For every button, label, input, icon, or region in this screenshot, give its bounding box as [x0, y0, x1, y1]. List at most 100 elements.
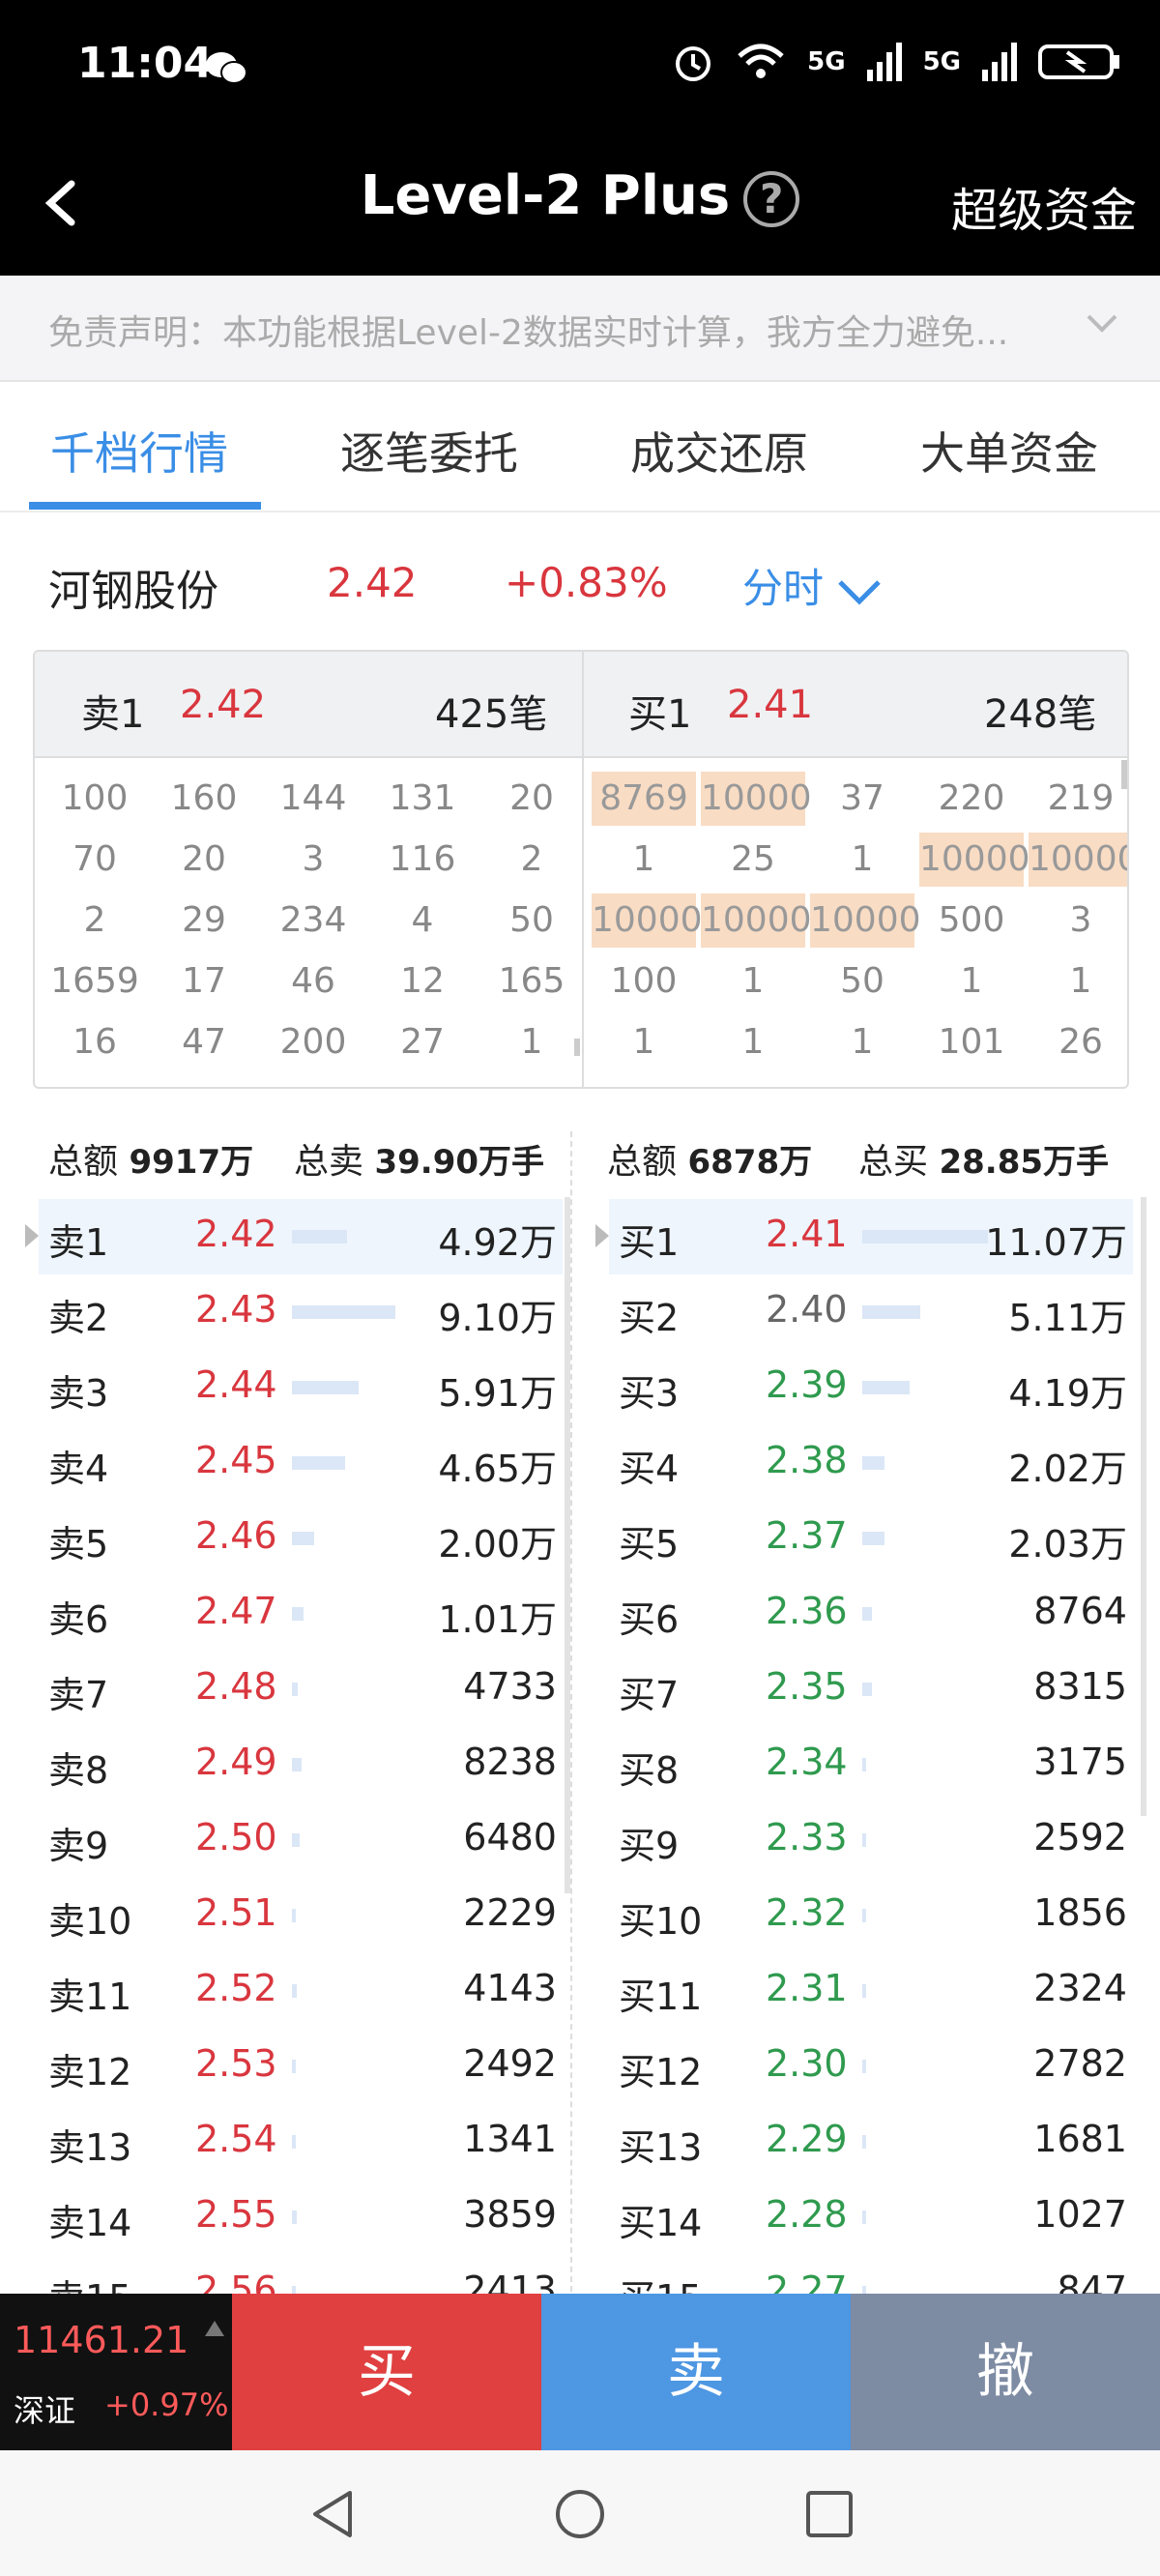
sell-level-label: 卖14 — [48, 2202, 132, 2244]
tab-thousand-depth[interactable]: 千档行情 — [50, 419, 228, 483]
sell-queue-order: 3 — [302, 839, 325, 879]
sell-volume-bar — [292, 1305, 395, 1319]
buy-level-price: 2.29 — [766, 2118, 848, 2160]
sell-level-price: 2.42 — [195, 1213, 277, 1255]
buy-level-price: 2.35 — [766, 1665, 848, 1708]
buy-level-price: 2.32 — [766, 1891, 848, 1934]
buy-depth-row[interactable]: 买10 2.32 1856 — [609, 1878, 1133, 1953]
sell-queue-order: 2 — [83, 900, 106, 940]
alarm-icon — [676, 46, 711, 81]
scroll-indicator — [574, 1039, 580, 1056]
buy-depth-row[interactable]: 买14 2.28 1027 — [609, 2180, 1133, 2255]
buy-queue-order: 500 — [938, 900, 1005, 940]
sell-scrollbar[interactable] — [565, 1197, 570, 1893]
sell-level-volume: 9.10万 — [438, 1297, 557, 1339]
sell-level-price: 2.52 — [195, 1967, 277, 2009]
buy-total-amount: 总额 6878万 — [607, 1133, 812, 1184]
buy-volume-bar — [862, 1230, 988, 1244]
sell-depth-row[interactable]: 卖4 2.45 4.65万 — [39, 1425, 563, 1501]
buy-level-volume: 3175 — [1033, 1741, 1127, 1783]
signal-bars-icon-2 — [982, 43, 1017, 81]
sell-depth-row[interactable]: 卖5 2.46 2.00万 — [39, 1501, 563, 1576]
sell-depth-row[interactable]: 卖10 2.51 2229 — [39, 1878, 563, 1953]
sell-level-price: 2.47 — [195, 1590, 277, 1632]
sell-queue-order: 1659 — [50, 961, 139, 1001]
buy-level-volume: 2324 — [1033, 1967, 1127, 2009]
period-selector[interactable]: 分时 — [742, 556, 883, 615]
buy-level-volume: 2.03万 — [1008, 1523, 1127, 1566]
sell-depth-row[interactable]: 卖7 2.48 4733 — [39, 1652, 563, 1727]
disclaimer-bar[interactable]: 免责声明：本功能根据Level-2数据实时计算，我方全力避免... — [0, 276, 1160, 382]
buy-depth-row[interactable]: 买12 2.30 2782 — [609, 2029, 1133, 2104]
sell-level-price: 2.51 — [195, 1891, 277, 1934]
sell-depth-row[interactable]: 卖2 2.43 9.10万 — [39, 1274, 563, 1350]
buy-volume-bar — [862, 1984, 866, 1998]
nav-recents-icon[interactable] — [802, 2487, 856, 2541]
buy-level-label: 买8 — [619, 1749, 680, 1792]
sell-queue-order: 2 — [520, 839, 543, 879]
buy-level-volume: 2782 — [1033, 2042, 1127, 2085]
index-ticker[interactable]: 11461.21 深证 +0.97% — [0, 2294, 232, 2450]
sell-depth-row[interactable]: 卖8 2.49 8238 — [39, 1727, 563, 1802]
buy-depth-row[interactable]: 买8 2.34 3175 — [609, 1727, 1133, 1802]
buy-total-value: 28.85万手 — [939, 1143, 1110, 1182]
buy-queue-order: 1 — [741, 961, 765, 1001]
sell-depth-row[interactable]: 卖3 2.44 5.91万 — [39, 1350, 563, 1425]
sell-depth-row[interactable]: 卖12 2.53 2492 — [39, 2029, 563, 2104]
tab-trade-restore[interactable]: 成交还原 — [630, 419, 808, 483]
sell-level-volume: 5.91万 — [438, 1372, 557, 1415]
page-title-text: Level-2 Plus — [360, 164, 731, 227]
sell-depth-row[interactable]: 卖9 2.50 6480 — [39, 1802, 563, 1878]
status-icons: 5G 5G — [672, 41, 1121, 83]
buy-level-price: 2.38 — [766, 1439, 848, 1481]
sell-depth-row[interactable]: 卖11 2.52 4143 — [39, 1953, 563, 2029]
buy-level-label: 买3 — [619, 1372, 680, 1415]
sell-level-price: 2.43 — [195, 1288, 277, 1331]
buy-depth-row[interactable]: 买11 2.31 2324 — [609, 1953, 1133, 2029]
buy-queue-order: 1 — [632, 1022, 655, 1062]
sell-level-volume: 2229 — [463, 1891, 557, 1934]
buy-button[interactable]: 买 — [232, 2294, 541, 2450]
buy-depth-row[interactable]: 买3 2.39 4.19万 — [609, 1350, 1133, 1425]
sell-level-label: 卖3 — [48, 1372, 109, 1415]
buy-depth-row[interactable]: 买9 2.33 2592 — [609, 1802, 1133, 1878]
buy-depth-row[interactable]: 买13 2.29 1681 — [609, 2104, 1133, 2180]
sell-level-price: 2.50 — [195, 1816, 277, 1859]
buy-level-label: 买13 — [619, 2126, 703, 2169]
sell1-price: 2.42 — [180, 683, 267, 727]
buy-volume-bar — [862, 1683, 872, 1696]
buy-level-label: 买14 — [619, 2202, 703, 2244]
nav-home-icon[interactable] — [553, 2487, 607, 2541]
sell-level-label: 卖6 — [48, 1598, 109, 1641]
buy-depth-row[interactable]: 买5 2.37 2.03万 — [609, 1501, 1133, 1576]
sell-depth-row[interactable]: 卖1 2.42 4.92万 — [25, 1199, 563, 1274]
buy-level-label: 买2 — [619, 1297, 680, 1339]
cancel-order-button[interactable]: 撤 — [851, 2294, 1160, 2450]
status-time: 11:04 — [77, 39, 214, 88]
bottom-action-bar: 11461.21 深证 +0.97% 买 卖 撤 — [0, 2294, 1160, 2450]
buy-depth-row[interactable]: 买1 2.41 11.07万 — [595, 1199, 1133, 1274]
super-funds-link[interactable]: 超级资金 — [951, 172, 1137, 240]
stock-name: 河钢股份 — [48, 567, 218, 616]
help-icon[interactable]: ? — [743, 170, 800, 227]
buy-volume-bar — [862, 1758, 866, 1771]
sell-button[interactable]: 卖 — [541, 2294, 851, 2450]
buy-depth-row[interactable]: 买7 2.35 8315 — [609, 1652, 1133, 1727]
sell-volume-bar — [292, 1456, 345, 1470]
buy-volume-bar — [862, 2210, 866, 2224]
tab-order-by-order[interactable]: 逐笔委托 — [340, 419, 518, 483]
buy-depth-row[interactable]: 买6 2.36 8764 — [609, 1576, 1133, 1652]
tab-large-order-funds[interactable]: 大单资金 — [920, 419, 1098, 483]
buy-level-label: 买12 — [619, 2051, 703, 2093]
sell-depth-row[interactable]: 卖6 2.47 1.01万 — [39, 1576, 563, 1652]
sell-queue-order: 165 — [498, 961, 566, 1001]
buy-queue-order: 3 — [1069, 900, 1092, 940]
nav-back-icon[interactable] — [307, 2487, 362, 2541]
sell-depth-row[interactable]: 卖14 2.55 3859 — [39, 2180, 563, 2255]
buy-queue-order: 220 — [938, 778, 1005, 818]
buy-scrollbar[interactable] — [1141, 1197, 1146, 1816]
sell-depth-row[interactable]: 卖13 2.54 1341 — [39, 2104, 563, 2180]
buy-depth-row[interactable]: 买2 2.40 5.11万 — [609, 1274, 1133, 1350]
buy-level-volume: 5.11万 — [1008, 1297, 1127, 1339]
buy-depth-row[interactable]: 买4 2.38 2.02万 — [609, 1425, 1133, 1501]
